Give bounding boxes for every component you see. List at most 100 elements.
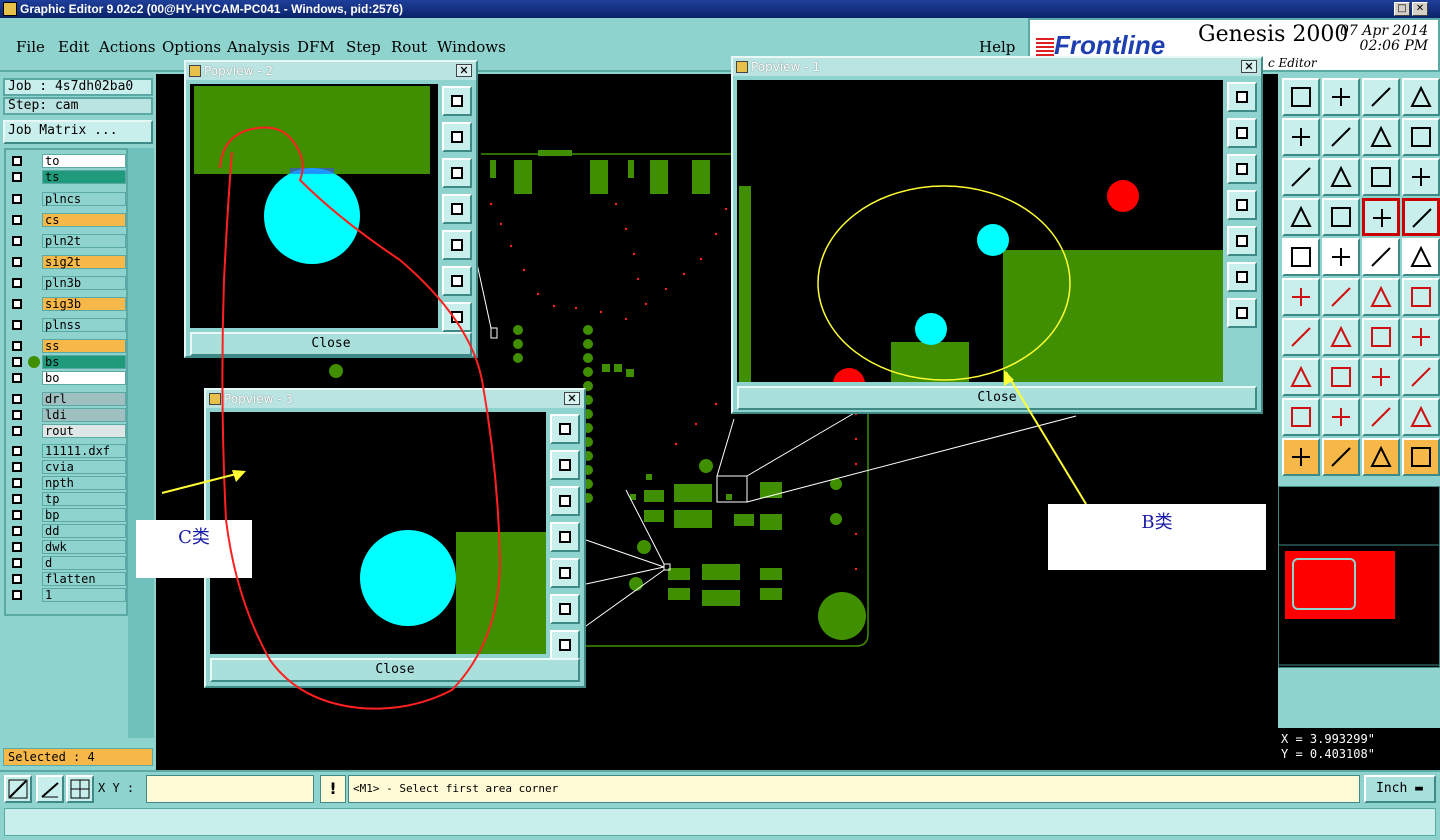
layer-row-plncs[interactable]: plncs bbox=[8, 192, 128, 207]
layer-checkbox[interactable] bbox=[12, 357, 22, 367]
menu-actions[interactable]: Actions bbox=[99, 38, 155, 56]
select-arrow-icon[interactable] bbox=[1282, 438, 1320, 476]
popview-3-view[interactable] bbox=[210, 412, 546, 654]
layer-row-ts[interactable]: ts bbox=[8, 170, 128, 185]
layer-checkbox[interactable] bbox=[12, 341, 22, 351]
pan-down-icon[interactable] bbox=[442, 158, 472, 188]
help-icon[interactable] bbox=[1402, 158, 1440, 196]
menu-step[interactable]: Step bbox=[346, 38, 381, 56]
zoom-in-icon[interactable] bbox=[1227, 262, 1257, 292]
layer-row-1[interactable]: 1 bbox=[8, 588, 128, 603]
line-icon[interactable] bbox=[1322, 318, 1360, 356]
pan-up-icon[interactable] bbox=[442, 122, 472, 152]
layer-checkbox[interactable] bbox=[12, 510, 22, 520]
select-box-icon[interactable] bbox=[1322, 438, 1360, 476]
layer-row-11111-dxf[interactable]: 11111.dxf bbox=[8, 444, 128, 459]
rotate-icon[interactable] bbox=[1362, 318, 1400, 356]
layer-row-cs[interactable]: cs bbox=[8, 213, 128, 228]
layer-row-pln2t[interactable]: pln2t bbox=[8, 234, 128, 249]
layer-checkbox[interactable] bbox=[12, 257, 22, 267]
resize-icon[interactable] bbox=[1362, 358, 1400, 396]
xy-input[interactable] bbox=[146, 775, 314, 803]
layer-checkbox[interactable] bbox=[12, 462, 22, 472]
zoom-fit-icon[interactable] bbox=[550, 414, 580, 444]
layer-checkbox[interactable] bbox=[12, 156, 22, 166]
menu-help[interactable]: Help bbox=[979, 38, 1015, 56]
layer-checkbox[interactable] bbox=[12, 320, 22, 330]
layer-checkbox[interactable] bbox=[12, 410, 22, 420]
exclamation-button[interactable]: ! bbox=[320, 775, 346, 803]
measure-icon[interactable] bbox=[36, 775, 64, 803]
layer-row-bs[interactable]: bs bbox=[8, 355, 128, 370]
menu-windows[interactable]: Windows bbox=[437, 38, 506, 56]
layer-row-tp[interactable]: tp bbox=[8, 492, 128, 507]
layer-checkbox[interactable] bbox=[12, 494, 22, 504]
menu-analysis[interactable]: Analysis bbox=[227, 38, 290, 56]
layer-checkbox[interactable] bbox=[12, 172, 22, 182]
layer-row-drl[interactable]: drl bbox=[8, 392, 128, 407]
popview-1-view[interactable] bbox=[737, 80, 1223, 382]
mirror-icon[interactable] bbox=[1402, 318, 1440, 356]
grid-icon[interactable] bbox=[1322, 198, 1360, 236]
pan-left-icon[interactable] bbox=[550, 522, 580, 552]
menu-edit[interactable]: Edit bbox=[58, 38, 89, 56]
ruler-icon[interactable] bbox=[1362, 238, 1400, 276]
arc-up-icon[interactable] bbox=[1322, 398, 1360, 436]
layer-checkbox[interactable] bbox=[12, 373, 22, 383]
zoom-page-icon[interactable] bbox=[1322, 78, 1360, 116]
zoom-out-icon[interactable] bbox=[442, 302, 472, 332]
move-icon[interactable] bbox=[1362, 278, 1400, 316]
popview-2-close-button[interactable]: Close bbox=[190, 332, 472, 356]
pan-up-icon[interactable] bbox=[550, 450, 580, 480]
menu-dfm[interactable]: DFM bbox=[297, 38, 335, 56]
zoom-fit-icon[interactable] bbox=[442, 86, 472, 116]
layer-row-dwk[interactable]: dwk bbox=[8, 540, 128, 555]
copy-icon[interactable] bbox=[1402, 278, 1440, 316]
menu-rout[interactable]: Rout bbox=[391, 38, 427, 56]
zoom-out-icon[interactable] bbox=[550, 630, 580, 660]
layer-checkbox[interactable] bbox=[12, 478, 22, 488]
layers-red-icon[interactable] bbox=[1362, 198, 1400, 236]
layer-row-ldi[interactable]: ldi bbox=[8, 408, 128, 423]
close-icon[interactable]: ✕ bbox=[1412, 2, 1428, 16]
cross-icon[interactable] bbox=[1322, 278, 1360, 316]
layer-checkbox[interactable] bbox=[12, 194, 22, 204]
grid-icon[interactable] bbox=[66, 775, 94, 803]
pan-right-icon[interactable] bbox=[1227, 226, 1257, 256]
units-dropdown[interactable]: Inch ▬ bbox=[1364, 775, 1436, 803]
layer-checkbox[interactable] bbox=[12, 574, 22, 584]
popview-1-close-button[interactable]: Close bbox=[737, 386, 1257, 410]
close-icon[interactable]: ✕ bbox=[564, 392, 580, 405]
pad-icon[interactable] bbox=[1402, 238, 1440, 276]
layer-checkbox[interactable] bbox=[12, 236, 22, 246]
scale-1-2-icon[interactable] bbox=[1362, 158, 1400, 196]
fit-icon[interactable] bbox=[1282, 158, 1320, 196]
zoom-in-icon[interactable] bbox=[550, 594, 580, 624]
arc-icon[interactable] bbox=[1282, 398, 1320, 436]
layer-row-cvia[interactable]: cvia bbox=[8, 460, 128, 475]
pan-right-icon[interactable] bbox=[1322, 118, 1360, 156]
center-icon[interactable] bbox=[1322, 158, 1360, 196]
layer-row-npth[interactable]: npth bbox=[8, 476, 128, 491]
draw-line-icon[interactable] bbox=[1322, 238, 1360, 276]
layer-row-to[interactable]: to bbox=[8, 154, 128, 169]
layer-row-plnss[interactable]: plnss bbox=[8, 318, 128, 333]
layer-checkbox[interactable] bbox=[12, 526, 22, 536]
pan-left-icon[interactable] bbox=[442, 194, 472, 224]
layer-checkbox[interactable] bbox=[12, 299, 22, 309]
layer-checkbox[interactable] bbox=[12, 590, 22, 600]
layer-checkbox[interactable] bbox=[12, 394, 22, 404]
layer-row-sig3b[interactable]: sig3b bbox=[8, 297, 128, 312]
close-icon[interactable]: ✕ bbox=[1241, 60, 1257, 73]
snap-icon[interactable] bbox=[4, 775, 32, 803]
layer-row-ss[interactable]: ss bbox=[8, 339, 128, 354]
connect-icon[interactable] bbox=[1402, 358, 1440, 396]
layer-row-dd[interactable]: dd bbox=[8, 524, 128, 539]
job-matrix-button[interactable]: Job Matrix ... bbox=[3, 120, 153, 144]
layer-checkbox[interactable] bbox=[12, 446, 22, 456]
pan-left-icon[interactable] bbox=[1282, 118, 1320, 156]
pan-right-icon[interactable] bbox=[442, 230, 472, 260]
layer-row-rout[interactable]: rout bbox=[8, 424, 128, 439]
zoom-home-icon[interactable] bbox=[1282, 78, 1320, 116]
net-icon[interactable] bbox=[1282, 278, 1320, 316]
